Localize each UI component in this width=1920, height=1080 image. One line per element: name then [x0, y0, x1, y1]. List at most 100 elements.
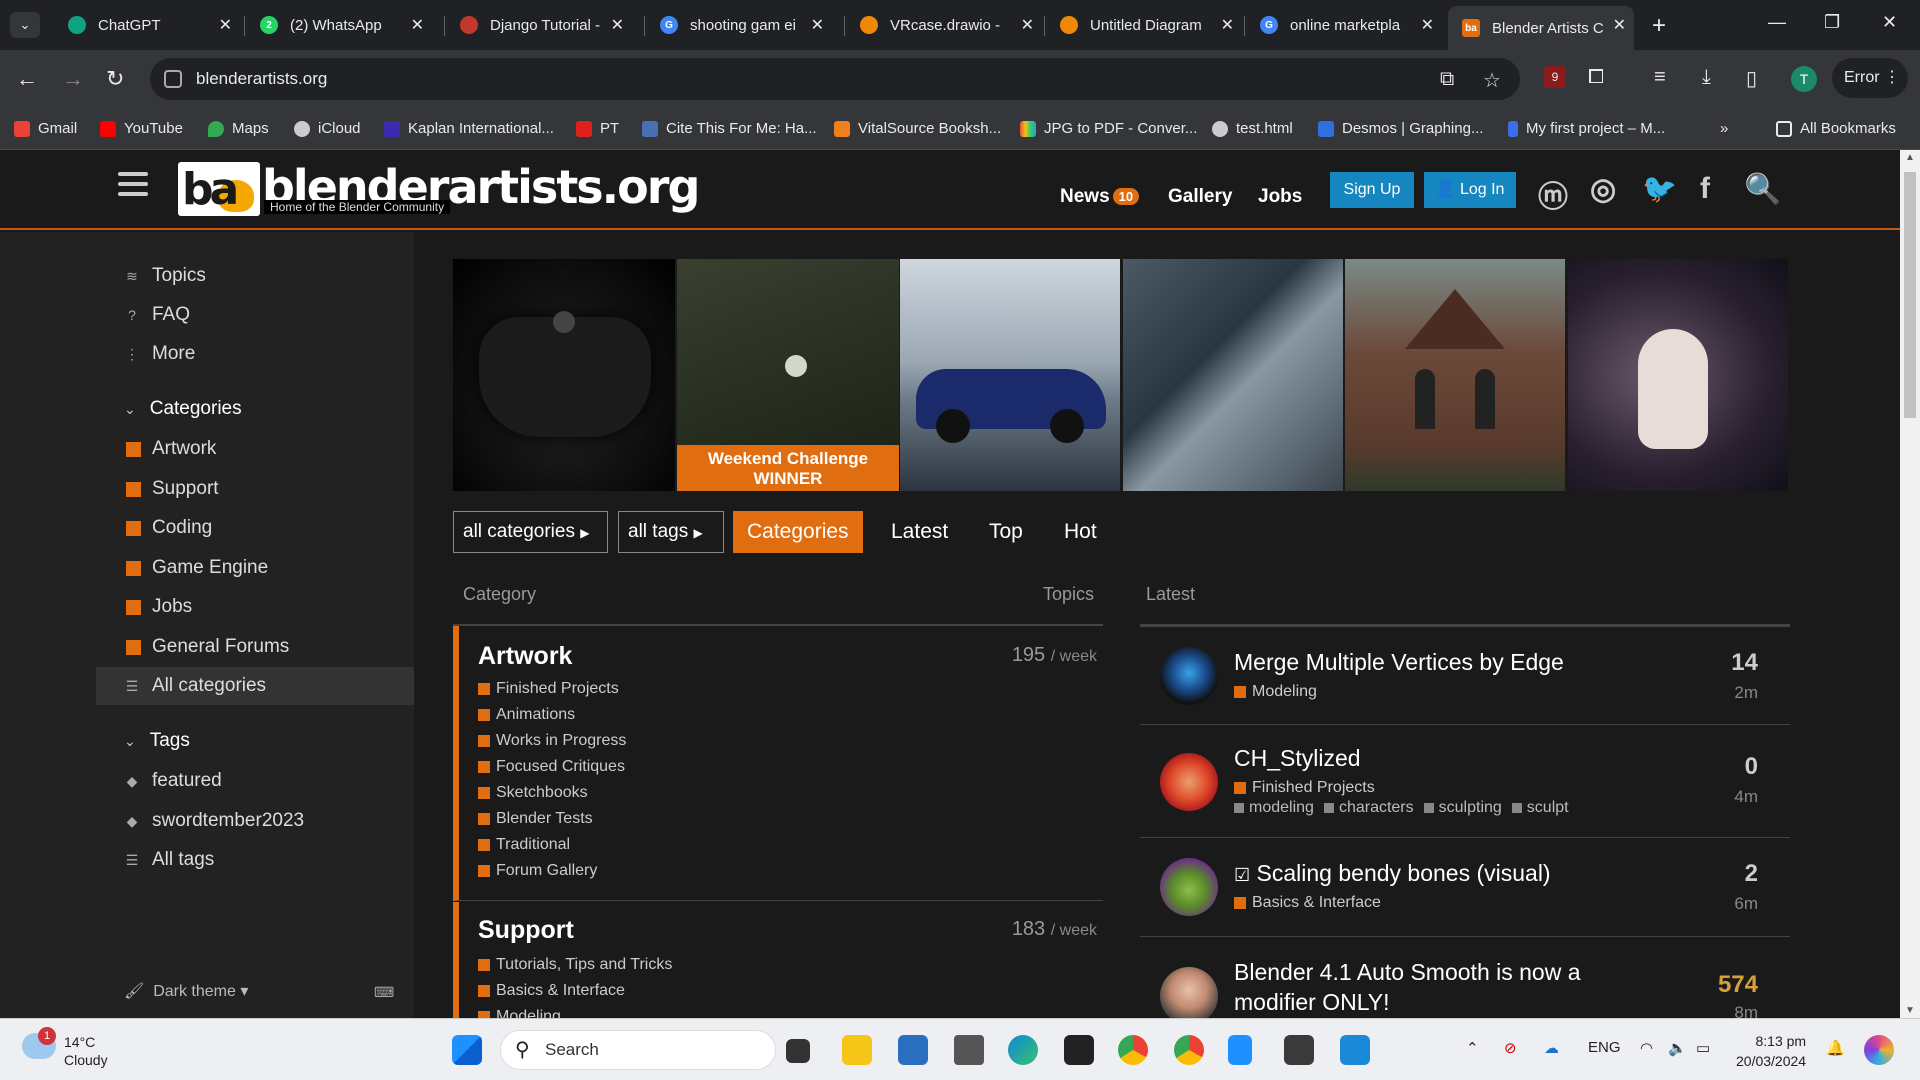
- copilot-icon[interactable]: [1864, 1035, 1894, 1065]
- chrome-profile-t-icon[interactable]: [1174, 1035, 1204, 1065]
- tab-hot[interactable]: Hot: [1064, 511, 1097, 553]
- subcategory-link[interactable]: Basics & Interface: [478, 982, 625, 1000]
- facebook-icon[interactable]: f: [1700, 172, 1710, 206]
- sidebar-category-jobs[interactable]: Jobs: [96, 588, 414, 626]
- restore-icon[interactable]: ❐: [1824, 12, 1840, 33]
- bookmark-youtube[interactable]: YouTube: [100, 120, 183, 137]
- close-tab-icon[interactable]: ✕: [411, 15, 424, 35]
- taskbar-clock[interactable]: 8:13 pm 20/03/2024: [1736, 1031, 1806, 1071]
- banner-image-waterfall[interactable]: [1123, 259, 1343, 491]
- latest-topic-row[interactable]: CH_Stylized Finished Projects modeling c…: [1140, 724, 1790, 837]
- category-title-support[interactable]: Support: [478, 916, 574, 945]
- scroll-up-icon[interactable]: ▲: [1905, 152, 1915, 163]
- security-icon[interactable]: ⊘: [1504, 1039, 1517, 1057]
- topic-tag[interactable]: characters: [1324, 799, 1414, 817]
- sidebar-item-faq[interactable]: ? FAQ: [96, 296, 414, 334]
- sidebar-category-general-forums[interactable]: General Forums: [96, 628, 414, 666]
- close-tab-icon[interactable]: ✕: [1421, 15, 1434, 35]
- paint-icon[interactable]: [1340, 1035, 1370, 1065]
- latest-topic-row[interactable]: Merge Multiple Vertices by Edge Modeling…: [1140, 626, 1790, 724]
- subcategory-link[interactable]: Blender Tests: [478, 810, 593, 828]
- subcategory-link[interactable]: Finished Projects: [478, 680, 619, 698]
- tab-chatgpt[interactable]: ChatGPT ✕: [54, 6, 240, 44]
- sidebar-category-coding[interactable]: Coding: [96, 509, 414, 547]
- category-filter-dropdown[interactable]: all categories ▶: [453, 511, 608, 553]
- close-tab-icon[interactable]: ✕: [811, 15, 824, 35]
- nav-news[interactable]: News 10: [1060, 186, 1140, 208]
- new-tab-icon[interactable]: +: [1652, 12, 1666, 40]
- forward-icon[interactable]: →: [62, 66, 84, 92]
- close-tab-icon[interactable]: ✕: [1021, 15, 1034, 35]
- extension-shield-icon[interactable]: 9: [1544, 66, 1566, 88]
- topic-tag[interactable]: sculpting: [1424, 799, 1502, 817]
- language-indicator[interactable]: ENG: [1588, 1039, 1621, 1056]
- user-avatar[interactable]: [1160, 858, 1218, 916]
- sidebar-item-more[interactable]: ⋮ More: [96, 335, 414, 373]
- bookmark-vitalsource[interactable]: VitalSource Booksh...: [834, 120, 1001, 137]
- bookmark-test-html[interactable]: test.html: [1212, 120, 1293, 137]
- battery-icon[interactable]: ▭: [1696, 1039, 1710, 1057]
- site-info-icon[interactable]: [164, 70, 182, 88]
- tab-whatsapp[interactable]: 2 (2) WhatsApp ✕: [246, 6, 432, 44]
- bookmark-pt[interactable]: PT: [576, 120, 619, 137]
- topic-title[interactable]: ☑ Scaling bendy bones (visual): [1234, 860, 1551, 887]
- tab-vrcase-drawio[interactable]: VRcase.drawio - ✕: [846, 6, 1042, 44]
- start-windows-icon[interactable]: [452, 1035, 482, 1065]
- sidebar-all-tags[interactable]: ☰ All tags: [96, 841, 414, 879]
- profile-avatar[interactable]: T: [1791, 66, 1817, 92]
- sidebar-tag-featured[interactable]: ◆ featured: [96, 762, 414, 800]
- install-app-icon[interactable]: ⧉: [1440, 68, 1454, 91]
- sidebar-category-game-engine[interactable]: Game Engine: [96, 549, 414, 587]
- category-title-artwork[interactable]: Artwork: [478, 642, 572, 671]
- edge-icon[interactable]: [1008, 1035, 1038, 1065]
- close-tab-icon[interactable]: ✕: [1613, 15, 1626, 35]
- bookmark-kaplan[interactable]: Kaplan International...: [384, 120, 554, 137]
- topic-title[interactable]: Merge Multiple Vertices by Edge: [1234, 649, 1564, 676]
- banner-image-church[interactable]: [1345, 259, 1565, 491]
- banner-image-controller[interactable]: [453, 259, 675, 491]
- banner-image-weekend-challenge[interactable]: Weekend Challenge WINNER: [677, 259, 899, 491]
- subcategory-link[interactable]: Animations: [478, 706, 575, 724]
- signup-button[interactable]: Sign Up: [1330, 172, 1414, 208]
- banner-image-fairy[interactable]: [1568, 259, 1788, 491]
- close-tab-icon[interactable]: ✕: [1221, 15, 1234, 35]
- tab-search-button[interactable]: ⌄: [10, 12, 40, 38]
- categories-heading[interactable]: ⌄ Categories: [124, 398, 242, 420]
- user-avatar[interactable]: [1160, 753, 1218, 811]
- unity-editor-icon[interactable]: [1284, 1035, 1314, 1065]
- file-explorer-icon[interactable]: [842, 1035, 872, 1065]
- extensions-puzzle-icon[interactable]: ⧠: [1588, 66, 1604, 89]
- tab-latest[interactable]: Latest: [891, 511, 948, 553]
- more-bookmarks-icon[interactable]: »: [1720, 120, 1728, 137]
- all-bookmarks-button[interactable]: All Bookmarks: [1776, 120, 1896, 137]
- topic-category[interactable]: Finished Projects: [1234, 779, 1375, 797]
- bookmark-cite-this-for-me[interactable]: Cite This For Me: Ha...: [642, 120, 817, 137]
- topic-category[interactable]: Basics & Interface: [1234, 894, 1381, 912]
- tab-online-marketplace[interactable]: G online marketpla ✕: [1246, 6, 1442, 44]
- hamburger-menu-icon[interactable]: [118, 172, 148, 202]
- latest-topic-row[interactable]: Blender 4.1 Auto Smooth is now a modifie…: [1140, 936, 1790, 1018]
- close-tab-icon[interactable]: ✕: [219, 15, 232, 35]
- bookmark-icloud[interactable]: iCloud: [294, 120, 361, 137]
- banner-image-race-car[interactable]: [900, 259, 1120, 491]
- onedrive-icon[interactable]: ☁: [1544, 1039, 1559, 1057]
- bookmark-star-icon[interactable]: ☆: [1483, 68, 1501, 93]
- back-icon[interactable]: ←: [16, 66, 38, 92]
- sidebar-all-categories[interactable]: ☰ All categories: [96, 667, 414, 705]
- address-bar[interactable]: blenderartists.org ⧉ ☆: [150, 58, 1520, 100]
- subcategory-link[interactable]: Traditional: [478, 836, 570, 854]
- topic-category[interactable]: Modeling: [1234, 683, 1317, 701]
- tab-categories[interactable]: Categories: [733, 511, 863, 553]
- login-button[interactable]: 👤 Log In: [1424, 172, 1516, 208]
- subcategory-link[interactable]: Tutorials, Tips and Tricks: [478, 956, 672, 974]
- minimize-icon[interactable]: —: [1768, 12, 1786, 33]
- wifi-icon[interactable]: ◠: [1640, 1039, 1653, 1057]
- mastodon-icon[interactable]: ⓜ: [1538, 172, 1568, 216]
- error-button[interactable]: Error ⋮: [1832, 58, 1908, 98]
- bookmark-desmos[interactable]: Desmos | Graphing...: [1318, 120, 1483, 137]
- subcategory-link[interactable]: Modeling: [478, 1008, 561, 1018]
- topic-tag[interactable]: sculpt: [1512, 799, 1569, 817]
- tab-untitled-diagram[interactable]: Untitled Diagram ✕: [1046, 6, 1242, 44]
- sidebar-tag-swordtember2023[interactable]: ◆ swordtember2023: [96, 802, 414, 840]
- notification-bell-icon[interactable]: 🔔: [1826, 1039, 1845, 1057]
